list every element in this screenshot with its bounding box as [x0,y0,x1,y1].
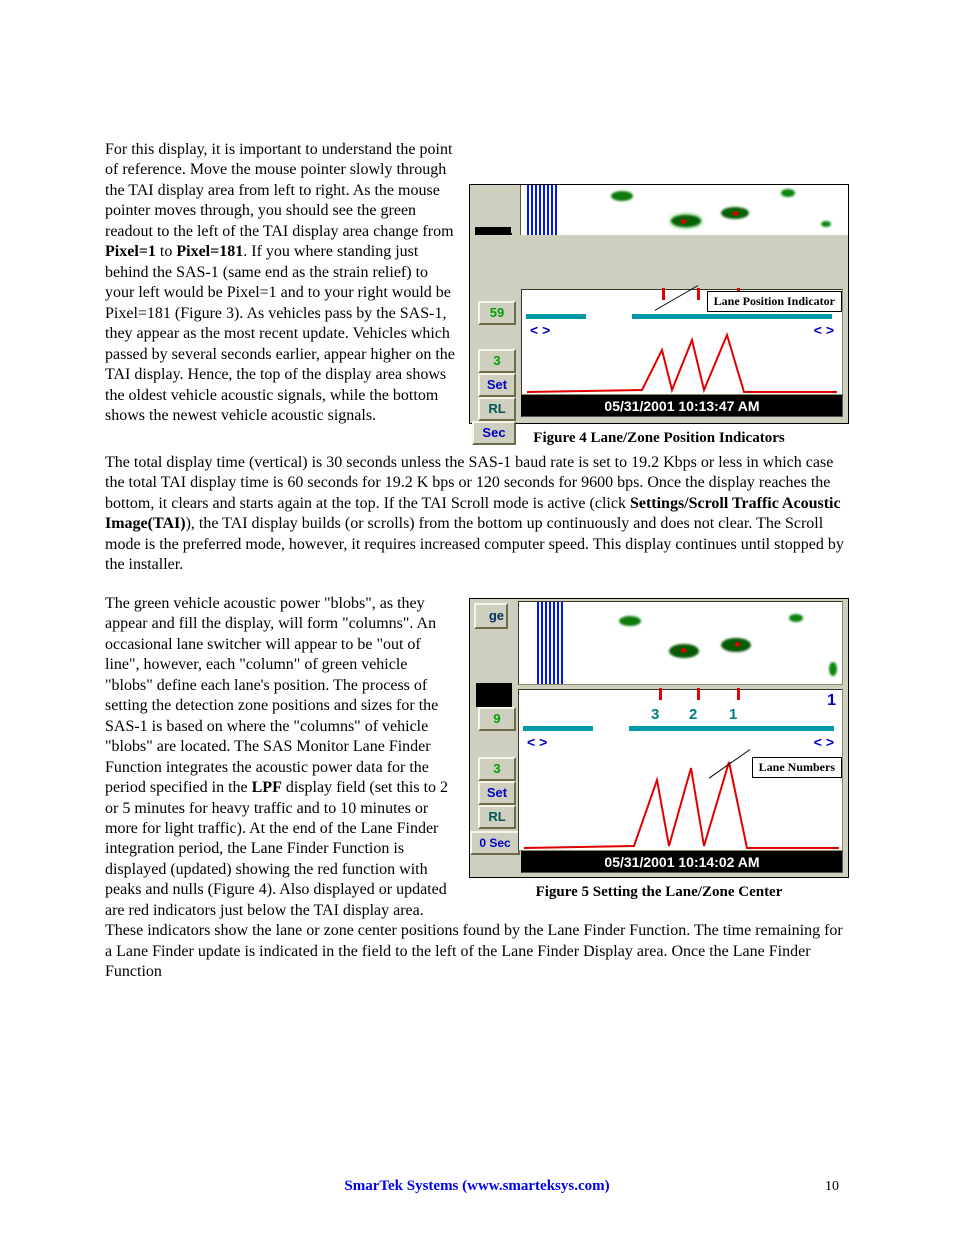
figure-5-image: ge 9 [469,598,849,878]
paragraph-2: The total display time (vertical) is 30 … [105,453,849,576]
timestamp-strip: 05/31/2001 10:14:02 AM [521,851,843,873]
figure-5-caption: Figure 5 Setting the Lane/Zone Center [469,884,849,901]
readout-value: 9 [478,707,516,731]
figure-4-block: 59 3 Set RL Sec 1 [469,184,849,447]
value-3-button[interactable]: 3 [478,757,516,781]
callout-lane-numbers: Lane Numbers [752,757,842,778]
set-button[interactable]: Set [478,373,516,397]
readout-value: 59 [478,301,516,325]
rl-button[interactable]: RL [478,397,516,421]
timestamp-strip: 05/31/2001 10:13:47 AM [521,395,843,417]
callout-lane-position: Lane Position Indicator [707,291,842,312]
rl-button[interactable]: RL [478,805,516,829]
sec-button[interactable]: Sec [472,421,516,445]
value-3-button[interactable]: 3 [478,349,516,373]
ge-label: ge [474,603,508,629]
figure-5-block: ge 9 [469,598,849,901]
footer-link[interactable]: SmarTek Systems (www.smarteksys.com) [0,1178,954,1195]
figure-4-image: 59 3 Set RL Sec 1 [469,184,849,424]
sec-button[interactable]: 0 Sec [470,831,520,855]
figure-4-caption: Figure 4 Lane/Zone Position Indicators [469,430,849,447]
page-number: 10 [825,1179,839,1195]
set-button[interactable]: Set [478,781,516,805]
